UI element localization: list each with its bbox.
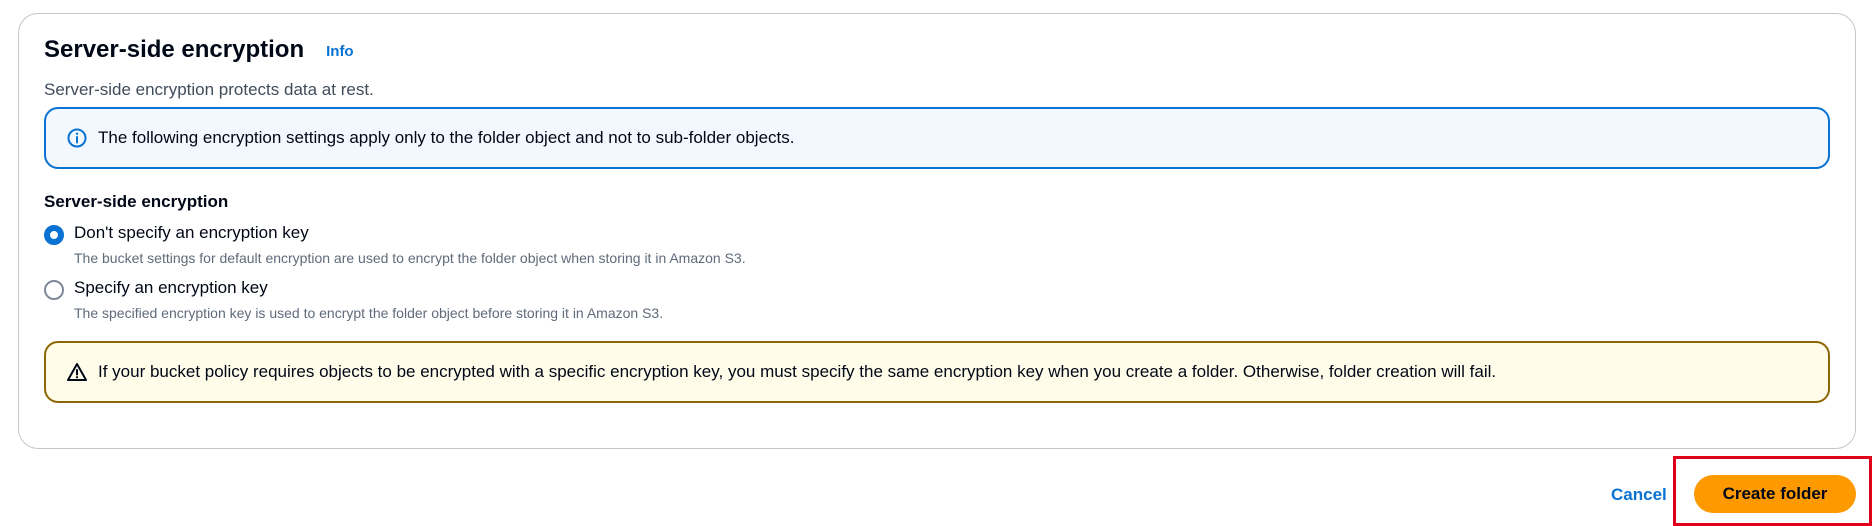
radio-option-label: Don't specify an encryption key <box>74 223 309 242</box>
encryption-field-label: Server-side encryption <box>44 192 229 211</box>
cancel-button[interactable]: Cancel <box>1611 485 1667 505</box>
panel-description: Server-side encryption protects data at … <box>44 80 374 99</box>
create-folder-button[interactable]: Create folder <box>1694 475 1856 513</box>
panel-header: Server-side encryption Info <box>44 36 354 64</box>
radio-button-unselected[interactable] <box>44 280 64 300</box>
radio-option-no-key[interactable]: Don't specify an encryption key The buck… <box>44 222 746 267</box>
radio-option-specify-key[interactable]: Specify an encryption key The specified … <box>44 277 663 322</box>
form-actions: Cancel Create folder <box>0 456 1874 526</box>
info-link[interactable]: Info <box>326 43 354 60</box>
warning-triangle-icon <box>67 363 87 381</box>
radio-button-selected[interactable] <box>44 225 64 245</box>
info-circle-icon <box>67 128 87 148</box>
info-alert-text: The following encryption settings apply … <box>98 128 795 147</box>
panel-title: Server-side encryption <box>44 36 305 63</box>
info-alert: The following encryption settings apply … <box>44 107 1830 169</box>
warning-alert: If your bucket policy requires objects t… <box>44 341 1830 403</box>
encryption-panel: Server-side encryption Info Server-side … <box>18 13 1856 449</box>
radio-option-label: Specify an encryption key <box>74 278 268 297</box>
radio-option-description: The bucket settings for default encrypti… <box>74 250 746 266</box>
warning-alert-text: If your bucket policy requires objects t… <box>98 362 1497 381</box>
radio-option-description: The specified encryption key is used to … <box>74 305 664 321</box>
